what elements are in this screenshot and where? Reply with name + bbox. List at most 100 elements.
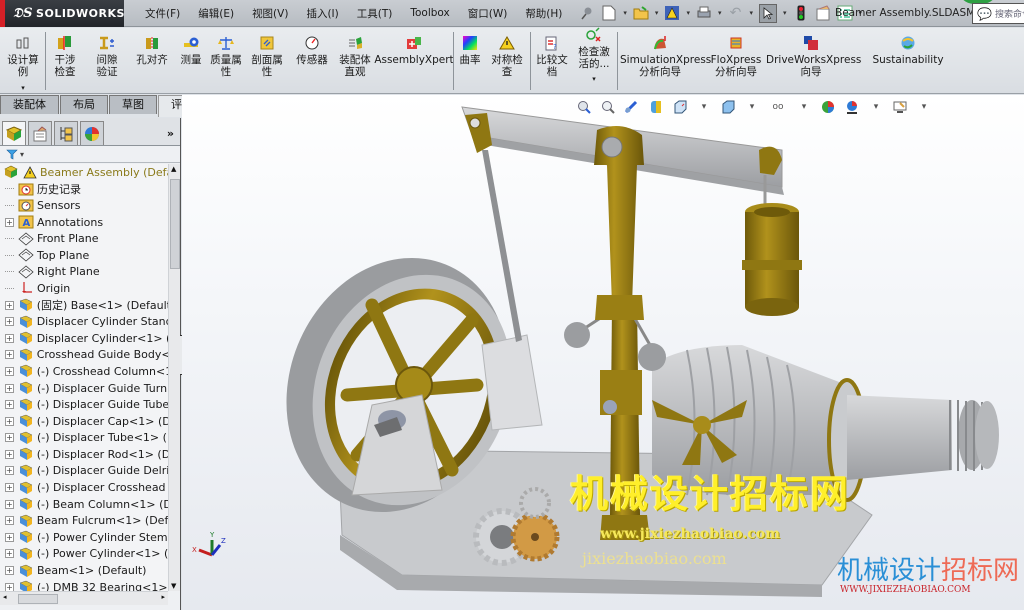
expand-toggle-icon[interactable]: + [5, 333, 14, 343]
tree-item[interactable]: + Beam Fulcrum<1> (Defa [0, 512, 168, 529]
tree-item[interactable]: + Beam<1> (Default) [0, 562, 168, 579]
expand-toggle-icon[interactable]: + [5, 566, 14, 576]
tree-item[interactable]: Sensors [0, 197, 168, 214]
hole-alignment-button[interactable]: 孔对齐 [134, 34, 170, 66]
expand-toggle-icon[interactable]: + [5, 549, 14, 559]
menu-edit[interactable]: 编辑(E) [189, 6, 243, 21]
driveworksxpress-button[interactable]: DriveWorksXpress 向导 [766, 34, 861, 78]
sustainability-button[interactable]: Sustainability [872, 34, 944, 66]
interference-detection-button[interactable]: 干涉检查 [50, 34, 80, 78]
mass-properties-button[interactable]: 质量属性 [210, 34, 242, 78]
new-document-icon[interactable] [601, 5, 617, 21]
curvature-button[interactable]: 曲率 [457, 34, 483, 66]
tree-item[interactable]: + Displacer Cylinder Stand [0, 313, 168, 330]
view-settings-icon[interactable] [892, 99, 908, 115]
menu-view[interactable]: 视图(V) [243, 6, 297, 21]
featuremanager-tab[interactable] [2, 121, 26, 145]
vertical-scroll-thumb[interactable] [170, 179, 180, 269]
undo-dropdown-icon[interactable]: ▾ [749, 9, 753, 17]
tree-item[interactable]: + (-) Beam Column<1> (D [0, 496, 168, 513]
scroll-down-arrow-icon[interactable]: ▼ [171, 582, 176, 590]
view-orientation-icon[interactable] [672, 99, 688, 115]
tree-vertical-scrollbar[interactable]: ▲ ▼ [168, 164, 180, 591]
tree-horizontal-scrollbar[interactable]: ◂ ▸ [0, 591, 168, 605]
tree-item[interactable]: Right Plane [0, 264, 168, 281]
tree-item[interactable]: + Crosshead Guide Body< [0, 347, 168, 364]
clearance-verification-button[interactable]: 间隙验证 [92, 34, 122, 78]
tree-item[interactable]: + (-) Displacer Guide Turn [0, 380, 168, 397]
horizontal-scroll-thumb[interactable] [18, 594, 58, 604]
apply-scene-icon[interactable] [844, 99, 860, 115]
print-icon[interactable] [696, 5, 712, 21]
menu-help[interactable]: 帮助(H) [516, 6, 571, 21]
configurationmanager-tab[interactable] [54, 121, 78, 145]
tree-item[interactable]: + (-) Crosshead Column<1 [0, 363, 168, 380]
tab-layout[interactable]: 布局 [60, 95, 108, 114]
new-dropdown-icon[interactable]: ▾ [623, 9, 627, 17]
file-properties-icon[interactable] [815, 5, 831, 21]
rebuild-icon[interactable] [664, 5, 680, 21]
expand-toggle-icon[interactable]: + [5, 400, 14, 410]
expand-panel-chevron-icon[interactable]: » [167, 127, 174, 140]
expand-toggle-icon[interactable]: + [5, 499, 14, 509]
menu-toolbox[interactable]: Toolbox [401, 7, 458, 19]
sensor-button[interactable]: 传感器 [294, 34, 330, 66]
select-cursor-icon[interactable] [758, 3, 777, 23]
tree-item[interactable]: + (-) Displacer Cap<1> (D [0, 413, 168, 430]
graphics-viewport[interactable]: ▾ ▾ oo ▾ ▾ ▾ X Y Z 机械设计招标网 www.jixiezhao… [182, 95, 1024, 610]
tree-item[interactable]: Origin [0, 280, 168, 297]
propertymanager-tab[interactable] [28, 121, 52, 145]
expand-toggle-icon[interactable]: + [5, 366, 14, 376]
design-study-button[interactable]: 设计算例 ▾ [6, 34, 40, 94]
scroll-left-arrow-icon[interactable]: ◂ [3, 593, 7, 601]
chevron-down-icon[interactable]: ▾ [592, 73, 596, 85]
previous-view-icon[interactable] [624, 99, 640, 115]
tree-item[interactable]: + (-) Displacer Rod<1> (D [0, 446, 168, 463]
expand-toggle-icon[interactable]: + [5, 483, 14, 493]
chevron-down-icon[interactable]: ▾ [868, 99, 884, 115]
pin-icon[interactable] [579, 5, 595, 21]
expand-toggle-icon[interactable]: + [5, 416, 14, 426]
tree-item[interactable]: + (-) DMB 32 Bearing<1> [0, 579, 168, 591]
open-folder-icon[interactable] [633, 5, 649, 21]
tree-item[interactable]: + (-) Displacer Tube<1> ( [0, 430, 168, 447]
expand-toggle-icon[interactable]: + [5, 383, 14, 393]
tab-sketch[interactable]: 草图 [109, 95, 157, 114]
tree-item[interactable]: + (-) Power Cylinder Stem [0, 529, 168, 546]
expand-toggle-icon[interactable]: + [5, 516, 14, 526]
menu-window[interactable]: 窗口(W) [459, 6, 517, 21]
tree-item[interactable]: Top Plane [0, 247, 168, 264]
rebuild-dropdown-icon[interactable]: ▾ [686, 9, 690, 17]
open-dropdown-icon[interactable]: ▾ [655, 9, 659, 17]
tree-item[interactable]: + Displacer Cylinder<1> ( [0, 330, 168, 347]
expand-toggle-icon[interactable]: + [5, 317, 14, 327]
expand-toggle-icon[interactable]: + [5, 217, 14, 227]
measure-button[interactable]: 测量 [177, 34, 205, 66]
filter-dropdown-icon[interactable]: ▾ [20, 150, 24, 159]
chevron-down-icon[interactable]: ▾ [696, 99, 712, 115]
tab-assembly[interactable]: 装配体 [0, 95, 59, 114]
tree-item[interactable]: + A Annotations [0, 214, 168, 231]
undo-icon[interactable]: ↶ [727, 5, 743, 21]
solidworks-logo[interactable]: 𝔇S SOLIDWORKS [0, 0, 124, 27]
tree-item[interactable]: + (-) Power Cylinder<1> ( [0, 546, 168, 563]
tree-root-assembly[interactable]: Beamer Assembly (Default<Display State-1… [0, 164, 168, 181]
compare-documents-button[interactable]: ? 比较文档 [533, 34, 571, 78]
print-dropdown-icon[interactable]: ▾ [718, 9, 722, 17]
simulationxpress-button[interactable]: SimulationXpress 分析向导 [620, 34, 711, 78]
chevron-down-icon[interactable]: ▾ [796, 99, 812, 115]
menu-file[interactable]: 文件(F) [136, 6, 189, 21]
assembly-visualization-button[interactable]: 装配体直观 [337, 34, 373, 78]
select-dropdown-icon[interactable]: ▾ [783, 9, 787, 17]
tree-item[interactable]: 历史记录 [0, 181, 168, 198]
tree-item[interactable]: + (-) Displacer Guide Delri [0, 463, 168, 480]
zoom-to-area-icon[interactable] [600, 99, 616, 115]
expand-toggle-icon[interactable]: + [5, 350, 14, 360]
scroll-right-arrow-icon[interactable]: ▸ [161, 593, 165, 601]
chevron-down-icon[interactable]: ▾ [744, 99, 760, 115]
expand-toggle-icon[interactable]: + [5, 300, 14, 310]
section-view-icon[interactable] [648, 99, 664, 115]
expand-toggle-icon[interactable]: + [5, 532, 14, 542]
symmetry-check-button[interactable]: 对称检查 [488, 34, 526, 78]
section-properties-button[interactable]: 剖面属性 [251, 34, 283, 78]
